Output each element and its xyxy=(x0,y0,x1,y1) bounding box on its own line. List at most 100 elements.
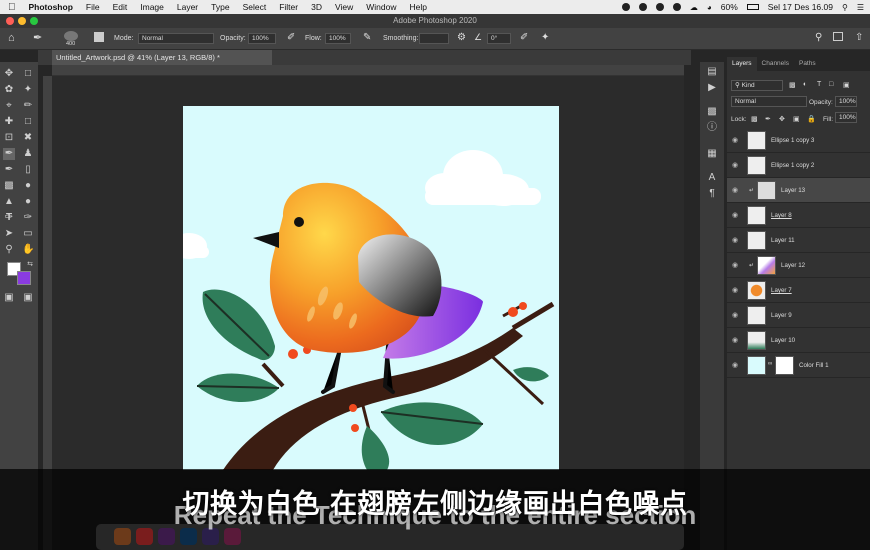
visibility-eye-icon[interactable]: ◉ xyxy=(732,361,738,369)
datetime[interactable]: Sel 17 Des 16.09 xyxy=(768,2,833,12)
document-tab[interactable]: Untitled_Artwork.psd @ 41% (Layer 13, RG… xyxy=(52,50,272,65)
paragraph-panel-icon[interactable]: ¶ xyxy=(706,188,718,200)
menu-select[interactable]: Select xyxy=(243,2,267,12)
symmetry-icon[interactable]: ✦ xyxy=(541,32,549,43)
layer-row[interactable]: ◉ Layer 8 xyxy=(727,203,870,228)
layer-row[interactable]: ◉ Layer 7 xyxy=(727,278,870,303)
menu-window[interactable]: Window xyxy=(366,2,396,12)
adjustments-panel-icon[interactable]: ▩ xyxy=(706,106,718,118)
smoothing-input[interactable] xyxy=(419,33,449,44)
info-panel-icon[interactable]: ⓘ xyxy=(706,122,718,134)
share-icon[interactable]: ⇧ xyxy=(855,32,863,43)
zoom-window-button[interactable] xyxy=(30,17,38,25)
swap-colors-icon[interactable]: ⇆ xyxy=(24,259,36,271)
history-panel-icon[interactable]: ▤ xyxy=(706,66,718,78)
visibility-eye-icon[interactable]: ◉ xyxy=(732,261,738,269)
tab-paths[interactable]: Paths xyxy=(794,57,821,71)
brush-settings-icon[interactable] xyxy=(94,32,104,42)
lock-pixels-icon[interactable]: ▩ xyxy=(751,115,758,123)
tab-layers[interactable]: Layers xyxy=(727,57,757,71)
layer-row[interactable]: ◉ ∞ Color Fill 1 xyxy=(727,353,870,378)
angle-input[interactable]: 0° xyxy=(487,33,511,44)
visibility-eye-icon[interactable]: ◉ xyxy=(732,311,738,319)
layer-opacity-input[interactable]: 100% xyxy=(835,96,857,107)
ruler-horizontal[interactable] xyxy=(52,65,684,76)
move-tool-icon[interactable]: ✥ xyxy=(3,68,15,80)
text-tool-icon[interactable]: T xyxy=(3,212,15,224)
lock-all-icon[interactable]: 🔒 xyxy=(807,115,816,123)
menu-3d[interactable]: 3D xyxy=(311,2,322,12)
blur-tool-icon[interactable]: ● xyxy=(22,180,34,192)
fill-input[interactable]: 100% xyxy=(835,112,857,123)
stamp-tool-icon[interactable]: ♟ xyxy=(22,148,34,160)
visibility-eye-icon[interactable]: ◉ xyxy=(732,186,738,194)
crop-tool-icon[interactable]: ⌖ xyxy=(3,100,15,112)
background-color-swatch[interactable] xyxy=(17,271,31,285)
status-icon[interactable] xyxy=(638,3,647,11)
flow-input[interactable]: 100% xyxy=(325,33,351,44)
brush-tool-icon[interactable]: ✒ xyxy=(3,148,15,160)
layer-row[interactable]: ◉ Ellipse 1 copy 3 xyxy=(727,128,870,153)
info-icon[interactable] xyxy=(655,3,664,11)
menu-app[interactable]: Photoshop xyxy=(29,2,73,12)
zoom-tool-icon[interactable]: ⚲ xyxy=(3,244,15,256)
layer-row[interactable]: ◉ Layer 9 xyxy=(727,303,870,328)
marquee-tool-icon[interactable]: □ xyxy=(22,68,34,80)
search-icon[interactable]: ⚲ xyxy=(815,32,822,43)
tab-channels[interactable]: Channels xyxy=(757,57,794,71)
record-icon[interactable] xyxy=(621,3,630,11)
eyedropper-tool-icon[interactable]: ✏ xyxy=(22,100,34,112)
layer-row-selected[interactable]: ◉ ↵ Layer 13 xyxy=(727,178,870,203)
visibility-eye-icon[interactable]: ◉ xyxy=(732,136,738,144)
menu-list-icon[interactable]: ☰ xyxy=(857,3,864,12)
menu-filter[interactable]: Filter xyxy=(279,2,298,12)
opacity-input[interactable]: 100% xyxy=(248,33,276,44)
red-eye-tool-icon[interactable]: ✖ xyxy=(22,132,34,144)
visibility-eye-icon[interactable]: ◉ xyxy=(732,161,738,169)
visibility-eye-icon[interactable]: ◉ xyxy=(732,336,738,344)
hand-tool-icon[interactable]: ✋ xyxy=(22,244,34,256)
sharpen-tool-icon[interactable]: ▲ xyxy=(3,196,15,208)
lock-position-icon[interactable]: ✥ xyxy=(779,115,785,123)
layer-row[interactable]: ◉ Ellipse 1 copy 2 xyxy=(727,153,870,178)
layer-row[interactable]: ◉ Layer 10 xyxy=(727,328,870,353)
filter-type-icon[interactable]: T xyxy=(817,81,821,88)
properties-panel-icon[interactable]: ▦ xyxy=(706,148,718,160)
pen-alt-icon[interactable]: ✑ xyxy=(22,212,34,224)
patch-tool-icon[interactable]: □ xyxy=(22,116,34,128)
eraser-tool-icon[interactable]: ▯ xyxy=(22,164,34,176)
character-panel-icon[interactable]: A xyxy=(706,172,718,184)
pressure-opacity-icon[interactable]: ✐ xyxy=(287,32,295,43)
mode-select[interactable]: Normal xyxy=(138,33,214,44)
artboard-canvas[interactable] xyxy=(183,106,559,470)
menu-type[interactable]: Type xyxy=(211,2,229,12)
workspace-icon[interactable] xyxy=(833,32,843,41)
menu-layer[interactable]: Layer xyxy=(177,2,198,12)
close-window-button[interactable] xyxy=(6,17,14,25)
wifi-icon[interactable]: ◕ xyxy=(707,3,712,12)
menu-image[interactable]: Image xyxy=(140,2,164,12)
healing-tool-icon[interactable]: ✚ xyxy=(3,116,15,128)
gradient-tool-icon[interactable]: ▩ xyxy=(3,180,15,192)
timer-icon[interactable] xyxy=(672,3,681,11)
brush-tool-icon[interactable]: ✒ xyxy=(33,31,42,44)
filter-smart-icon[interactable]: ▣ xyxy=(843,81,850,89)
lock-artboard-icon[interactable]: ▣ xyxy=(793,115,800,123)
minimize-window-button[interactable] xyxy=(18,17,26,25)
dodge-tool-icon[interactable]: ● xyxy=(22,196,34,208)
menu-view[interactable]: View xyxy=(335,2,353,12)
menu-file[interactable]: File xyxy=(86,2,100,12)
lasso-tool-icon[interactable]: ✿ xyxy=(3,84,15,96)
quick-mask-icon[interactable]: ▣ xyxy=(3,292,15,304)
brush-preset-picker[interactable] xyxy=(64,31,78,41)
filter-adjust-icon[interactable]: ◐ xyxy=(803,81,807,88)
battery-icon[interactable] xyxy=(746,4,759,10)
filter-kind-select[interactable]: ⚲ Kind xyxy=(731,80,783,91)
play-actions-icon[interactable]: ▶ xyxy=(706,82,718,94)
magic-wand-tool-icon[interactable]: ✦ xyxy=(22,84,34,96)
lock-paint-icon[interactable]: ✒ xyxy=(765,115,771,123)
menu-edit[interactable]: Edit xyxy=(113,2,128,12)
apple-icon[interactable]:  xyxy=(8,2,16,13)
history-brush-icon[interactable]: ✒ xyxy=(3,164,15,176)
home-icon[interactable]: ⌂ xyxy=(8,32,15,44)
